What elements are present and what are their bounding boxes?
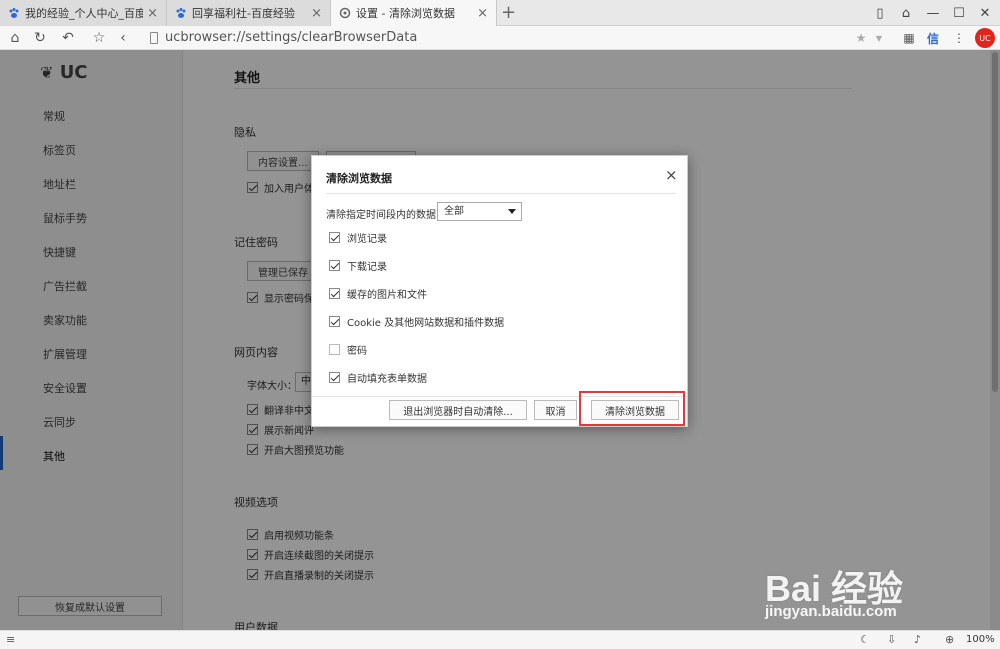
checkbox[interactable] <box>329 288 340 299</box>
sidebar-menu-icon[interactable]: ≡ <box>6 633 15 646</box>
avatar[interactable]: UC <box>975 28 995 48</box>
option-autofill[interactable]: 自动填充表单数据 <box>329 370 427 385</box>
cancel-button[interactable]: 取消 <box>534 400 577 420</box>
time-range-select[interactable]: 全部 <box>437 202 522 221</box>
option-cache[interactable]: 缓存的图片和文件 <box>329 286 427 301</box>
url-input[interactable]: ucbrowser://settings/clearBrowserData <box>165 30 417 45</box>
zoom-in-icon[interactable]: ⊕ <box>945 633 954 646</box>
sidebar-toggle-icon[interactable]: ▯ <box>867 0 893 26</box>
close-icon[interactable]: × <box>477 6 488 21</box>
status-bar: ≡ ☾ ⇩ ♪ ⊕ 100% <box>0 630 1000 649</box>
tab-welfare[interactable]: 回享福利社-百度经验 × <box>167 0 331 26</box>
home-icon[interactable]: ⌂ <box>5 28 25 48</box>
checkbox[interactable] <box>329 316 340 327</box>
download-icon[interactable]: ⇩ <box>887 633 896 646</box>
baidu-paw-icon <box>176 8 186 18</box>
tab-label: 设置 - 清除浏览数据 <box>356 7 455 20</box>
chevron-down-icon[interactable]: ▼ <box>870 29 888 47</box>
checkbox[interactable] <box>329 232 340 243</box>
gear-icon <box>339 7 351 19</box>
tab-settings[interactable]: 设置 - 清除浏览数据 × <box>331 0 497 26</box>
undo-icon[interactable]: ↶ <box>58 28 78 48</box>
auto-clear-on-exit-button[interactable]: 退出浏览器时自动清除... <box>389 400 527 420</box>
bookmark-star-icon[interactable]: ★ <box>852 29 870 47</box>
menu-icon[interactable]: ⋮ <box>950 29 968 47</box>
checkbox[interactable] <box>329 260 340 271</box>
tab-label: 我的经验_个人中心_百度经验 <box>25 7 144 20</box>
minimize-button[interactable]: — <box>920 0 946 26</box>
option-cookies[interactable]: Cookie 及其他网站数据和插件数据 <box>329 314 504 329</box>
chevron-down-icon <box>508 209 516 214</box>
translate-icon[interactable]: 信 <box>924 29 942 47</box>
refresh-icon[interactable]: ↻ <box>30 28 50 48</box>
annotation-highlight <box>579 391 685 426</box>
new-tab-button[interactable]: + <box>501 2 516 23</box>
close-icon[interactable]: × <box>311 6 322 21</box>
close-icon[interactable]: × <box>147 6 158 21</box>
divider <box>326 193 676 194</box>
baidu-watermark: Bai 经验 jingyan.baidu.com <box>765 545 995 630</box>
close-icon[interactable]: × <box>665 166 678 184</box>
close-window-button[interactable]: ✕ <box>972 0 998 26</box>
night-mode-icon[interactable]: ☾ <box>860 633 870 646</box>
checkbox[interactable] <box>329 372 340 383</box>
watermark-url: jingyan.baidu.com <box>765 603 897 620</box>
dialog-title: 清除浏览数据 <box>326 172 392 185</box>
option-passwords[interactable]: 密码 <box>329 342 367 357</box>
star-outline-icon[interactable]: ☆ <box>89 28 109 48</box>
baidu-paw-icon <box>9 8 19 18</box>
back-icon[interactable]: ‹ <box>113 28 133 48</box>
qr-code-icon[interactable]: ▦ <box>900 29 918 47</box>
address-bar: ⌂ ↻ ↶ ☆ ‹ ucbrowser://settings/clearBrow… <box>0 26 1000 50</box>
maximize-button[interactable]: ☐ <box>946 0 972 26</box>
clear-data-dialog: 清除浏览数据 × 清除指定时间段内的数据： 全部 浏览记录 下载记录 缓存的图片… <box>311 155 688 427</box>
option-downloads[interactable]: 下载记录 <box>329 258 387 273</box>
tab-my-experience[interactable]: 我的经验_个人中心_百度经验 × <box>0 0 167 26</box>
option-history[interactable]: 浏览记录 <box>329 230 387 245</box>
skin-icon[interactable]: ⌂ <box>893 0 919 26</box>
checkbox[interactable] <box>329 344 340 355</box>
page-icon <box>150 32 158 44</box>
tab-bar: 我的经验_个人中心_百度经验 × 回享福利社-百度经验 × 设置 - 清除浏览数… <box>0 0 1000 26</box>
time-range-label: 清除指定时间段内的数据： <box>326 210 446 221</box>
volume-icon[interactable]: ♪ <box>914 633 921 646</box>
zoom-level[interactable]: 100% <box>966 634 995 645</box>
tab-label: 回享福利社-百度经验 <box>192 7 295 20</box>
